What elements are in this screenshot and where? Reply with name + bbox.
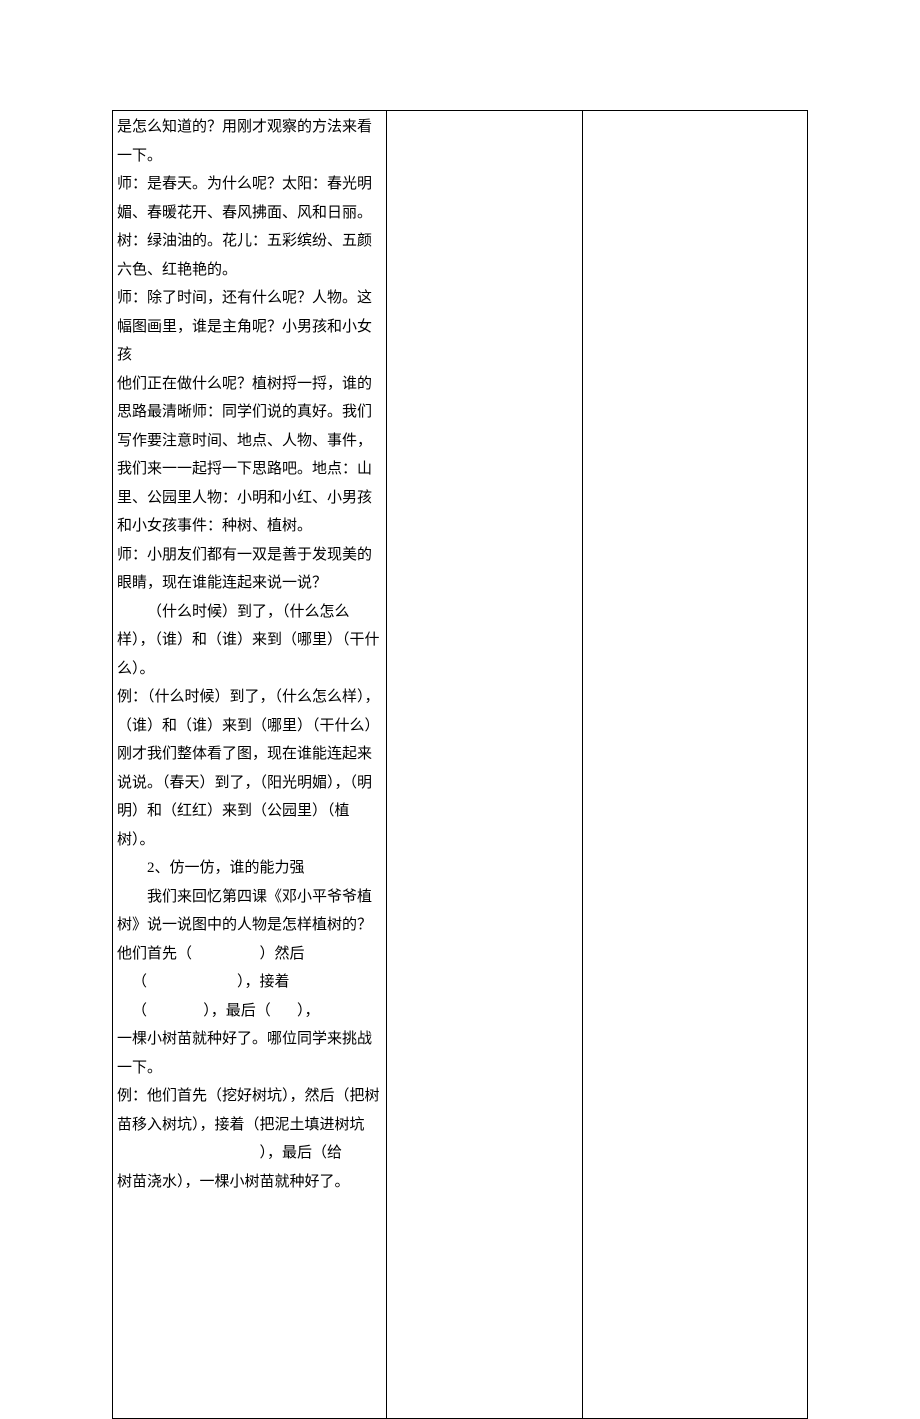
column-teacher-script: 是怎么知道的？用刚才观察的方法来看一下。 师：是春天。为什么呢？太阳：春光明媚、…: [113, 111, 387, 1419]
text-11b: ）然后: [260, 946, 305, 962]
spacer: [117, 1196, 382, 1416]
para-1: 是怎么知道的？用刚才观察的方法来看一下。: [117, 113, 382, 170]
para-10: 我们来回忆第四课《邓小平爷爷植树》说一说图中的人物是怎样植树的？: [117, 883, 382, 940]
para-7: 例：（什么时候）到了，（什么怎么样），（谁）和（谁）来到（哪里）（干什么）: [117, 683, 382, 740]
column-middle: [387, 111, 583, 1419]
para-2: 师：是春天。为什么呢？太阳：春光明媚、春暖花开、春风拂面、风和日丽。树：绿油油的…: [117, 170, 382, 284]
para-5: 师：小朋友们都有一双是善于发现美的眼睛，现在谁能连起来说一说？: [117, 541, 382, 598]
para-17: 树苗浇水），一棵小树苗就种好了。: [117, 1168, 382, 1197]
para-12: （ ），接着: [117, 968, 382, 997]
para-15: 例：他们首先（挖好树坑），然后（把树苗移入树坑），接着（把泥土填进树坑: [117, 1082, 382, 1139]
text-13c: ），: [297, 1003, 320, 1019]
para-9: 2、仿一仿，谁的能力强: [117, 854, 382, 883]
para-13: （ ），最后（ ），: [117, 997, 382, 1026]
text-13a: （: [132, 1003, 147, 1019]
para-3: 师：除了时间，还有什么呢？人物。这幅图画里，谁是主角呢？小男孩和小女孩: [117, 284, 382, 370]
para-11: 他们首先（ ）然后: [117, 940, 382, 969]
column-right: [583, 111, 808, 1419]
para-4: 他们正在做什么呢？植树捋一捋，谁的思路最清晰师：同学们说的真好。我们写作要注意时…: [117, 370, 382, 541]
para-16: ），最后（给: [117, 1139, 382, 1168]
para-6: （什么时候）到了，（什么怎么样），（谁）和（谁）来到（哪里）（干什么）。: [117, 598, 382, 684]
text-11a: 他们首先（: [117, 946, 192, 962]
text-12b: ），接着: [237, 974, 290, 990]
text-13b: ），最后（: [203, 1003, 271, 1019]
text-12a: （: [132, 974, 147, 990]
lesson-table: 是怎么知道的？用刚才观察的方法来看一下。 师：是春天。为什么呢？太阳：春光明媚、…: [112, 110, 808, 1419]
para-14: 一棵小树苗就种好了。哪位同学来挑战一下。: [117, 1025, 382, 1082]
para-8: 刚才我们整体看了图，现在谁能连起来说说。（春天）到了，（阳光明媚），（明明）和（…: [117, 740, 382, 854]
